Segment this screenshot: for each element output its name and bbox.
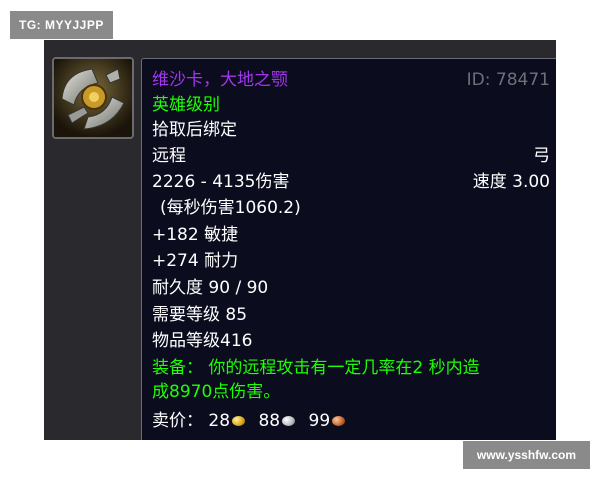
item-name-row: 维沙卡，大地之颚 ID: 78471 xyxy=(152,68,550,92)
item-quality: 英雄级别 xyxy=(152,95,220,115)
item-required-level: 需要等级 85 xyxy=(152,305,248,325)
item-damage: 2226 - 4135伤害 xyxy=(152,172,290,192)
silver-coin-icon xyxy=(282,416,296,426)
sell-copper-value: 99 xyxy=(308,411,331,431)
item-durability: 耐久度 90 / 90 xyxy=(152,278,269,298)
item-level: 物品等级416 xyxy=(152,331,253,351)
item-slot-row: 远程 弓 xyxy=(152,144,550,168)
item-slot: 远程 xyxy=(152,146,186,166)
item-stamina: +274 耐力 xyxy=(152,251,239,271)
copper-coin-icon xyxy=(332,416,346,426)
item-agility: +182 敏捷 xyxy=(152,225,239,245)
watermark-top-left: TG: MYYJJPP xyxy=(10,11,113,39)
item-type: 弓 xyxy=(533,146,550,166)
item-equip-effect-line1: 装备： 你的远程攻击有一定几率在2 秒内造 xyxy=(152,358,480,378)
item-equip-effect-line2: 成8970点伤害。 xyxy=(152,382,281,402)
sell-gold-value: 28 xyxy=(208,411,231,431)
sell-silver-value: 88 xyxy=(258,411,281,431)
sell-price-label: 卖价： xyxy=(152,411,203,431)
item-name: 维沙卡，大地之颚 xyxy=(152,70,288,90)
item-sell-price: 卖价： 28 88 99 xyxy=(152,409,550,433)
watermark-bottom-right: www.ysshfw.com xyxy=(463,441,590,469)
item-binding: 拾取后绑定 xyxy=(152,120,237,140)
item-tooltip: 维沙卡，大地之颚 ID: 78471 英雄级别 拾取后绑定 远程 弓 2226 … xyxy=(141,58,556,440)
item-dps: (每秒伤害1060.2) xyxy=(160,198,301,218)
gold-coin-icon xyxy=(232,416,246,426)
item-speed: 速度 3.00 xyxy=(472,172,550,192)
axe-weapon-icon[interactable] xyxy=(52,57,134,139)
item-id: ID: 78471 xyxy=(466,70,550,90)
item-damage-row: 2226 - 4135伤害 速度 3.00 xyxy=(152,170,550,194)
